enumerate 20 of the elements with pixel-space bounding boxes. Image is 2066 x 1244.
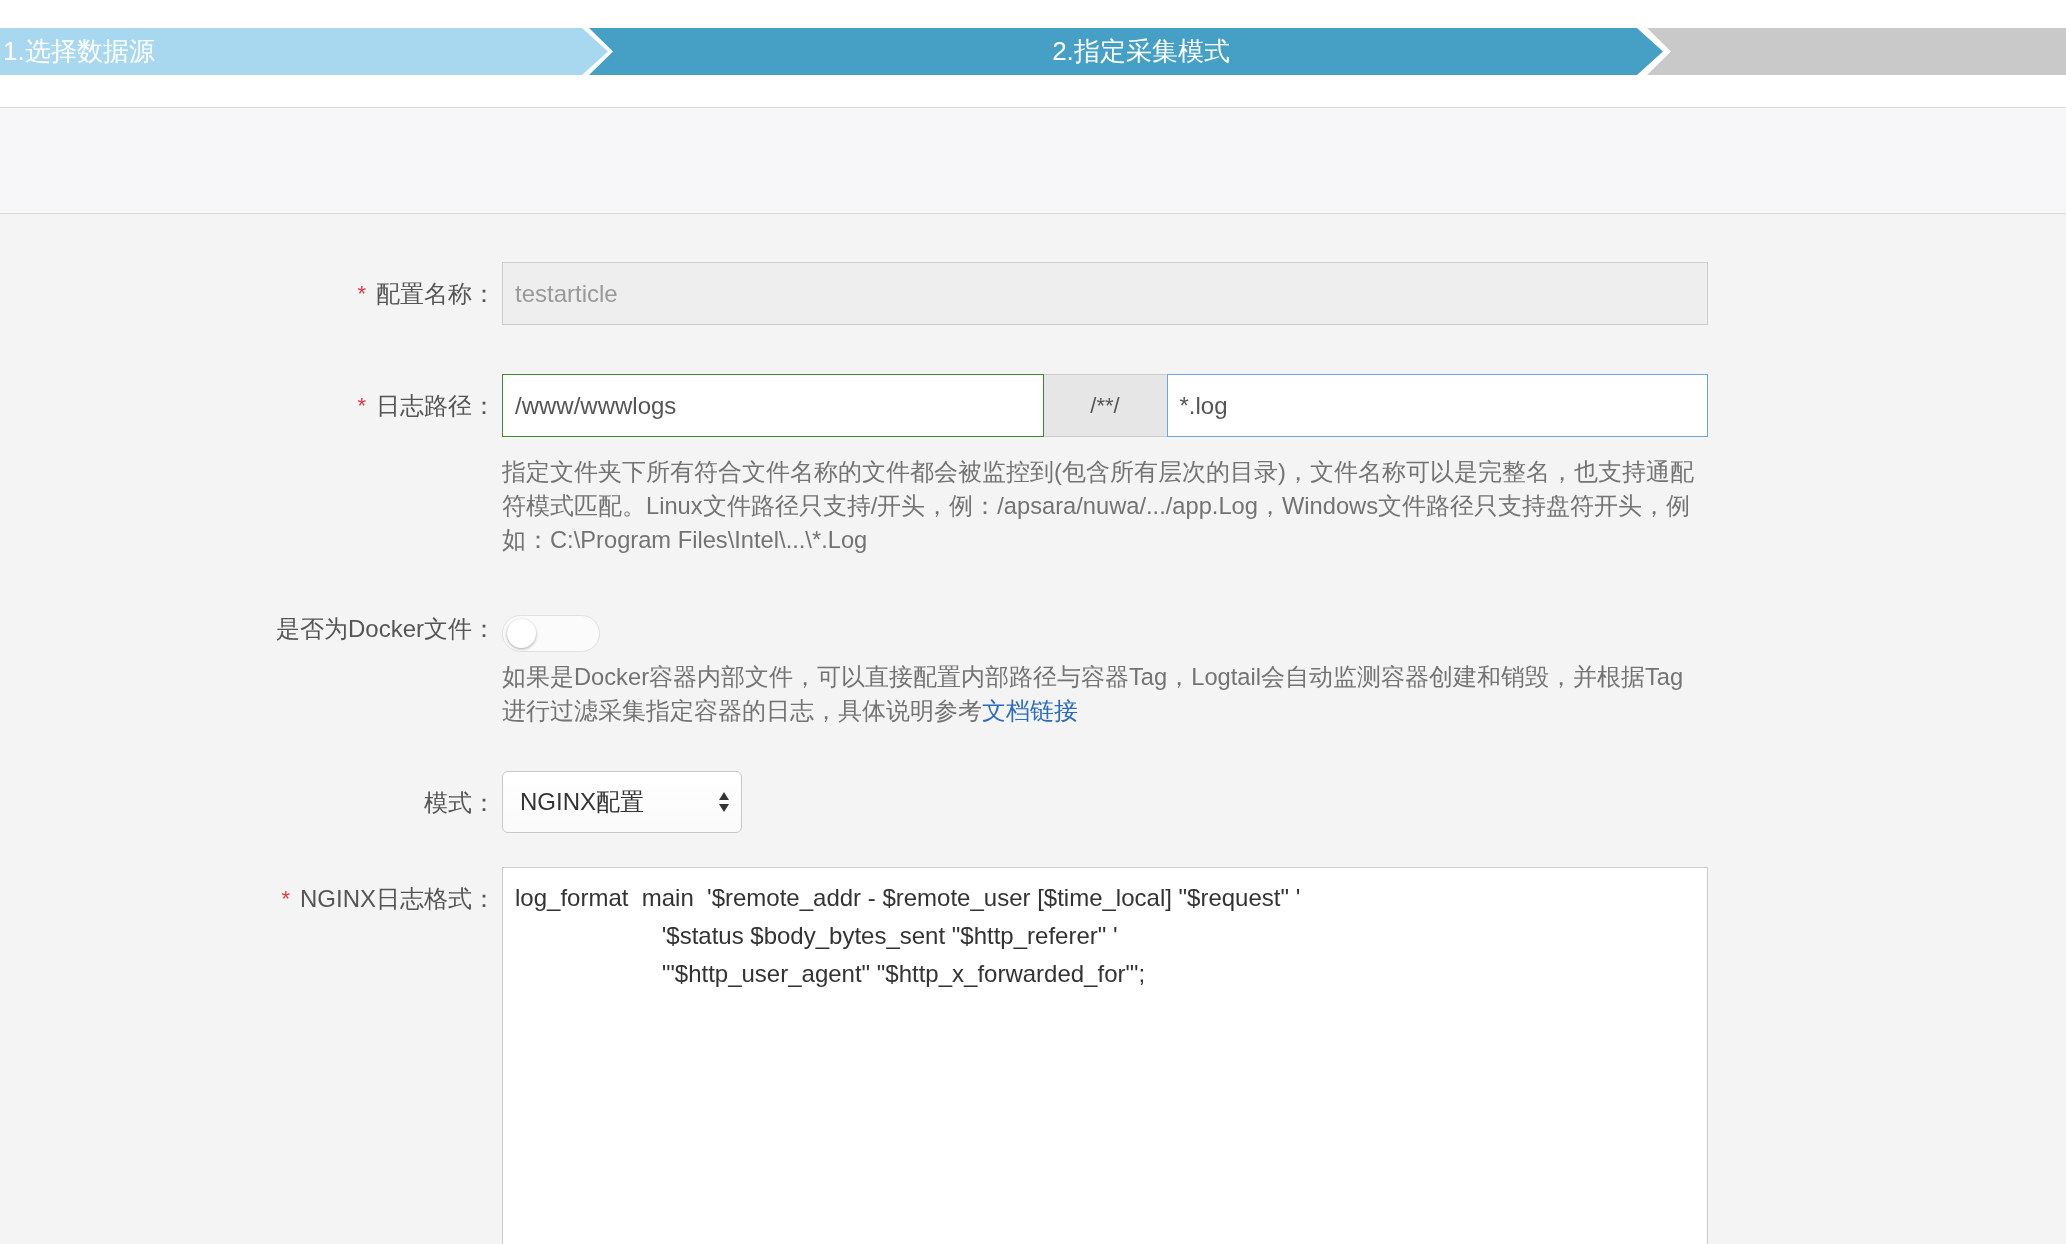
help-text: 如果是Docker容器内部文件，可以直接配置内部路径与容器Tag，Logtail会自动监测容器创建和销毁，并根据Tag进行过滤采集指定容器的日志，具体说明参考文档链接: [502, 663, 1685, 726]
directory-input[interactable]: /www/wwwlogs: [502, 374, 1044, 437]
help-text: 指定文件夹下所有符合文件名称的文件都会被监控到(包含所有层次的目录)，文件名称可以是完整名，也支持通配符模式匹配。Linux文件路径只支持/开头，例：/apsara/nuwa/.../app.Log，Windows文件路径只支持盘符开头，例如：C:\Program Files\Intel\...\*.Log: [502, 458, 1695, 555]
field-label: 模式：: [424, 787, 496, 818]
wizard-step: 1.选择数据源: [0, 28, 608, 75]
required-mark: *: [357, 392, 366, 419]
wizard-step: 2.指定采集模式: [589, 28, 1663, 75]
toggle-switch[interactable]: [502, 615, 600, 652]
doc-link[interactable]: 文档链接: [982, 698, 1078, 724]
file-pattern-input[interactable]: *.log: [1166, 374, 1708, 437]
field-label: NGINX日志格式：: [300, 883, 496, 914]
field-label: 是否为Docker文件：: [275, 613, 496, 644]
field-label: 配置名称：: [376, 278, 496, 309]
field-label: 日志路径：: [376, 390, 496, 421]
log-format-textarea[interactable]: log_format main '$remote_addr - $remote_user [$time_local] "$request" ' '$status $body_bytes_sent "$http_referer" ' '"$http_user_agent" "$http_x_forwarded_for"';: [502, 867, 1708, 1244]
mode-select[interactable]: NGINX配置: [502, 771, 742, 833]
up-down-arrows-icon: [719, 792, 729, 812]
path-separator-addon: /**/: [1043, 374, 1167, 437]
required-mark: *: [357, 280, 366, 307]
required-mark: *: [281, 885, 290, 912]
